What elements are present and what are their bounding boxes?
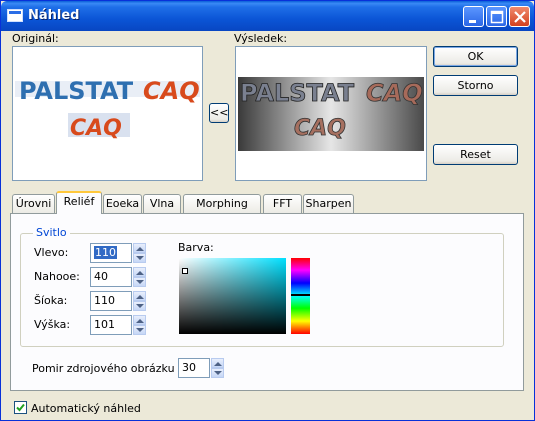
result-preview: PALSTAT CAQ CAQ <box>235 46 427 181</box>
left-spinner[interactable] <box>133 243 146 263</box>
left-label: Vlevo: <box>34 246 69 259</box>
result-text-caq: CAQ <box>366 79 423 107</box>
result-text-caq-2: CAQ <box>294 116 346 141</box>
original-label: Originál: <box>12 32 59 45</box>
spin-down-icon[interactable] <box>133 253 146 263</box>
tab-vlna[interactable]: Vlna <box>143 194 181 213</box>
top-spinner[interactable] <box>133 267 146 287</box>
spin-down-icon[interactable] <box>133 325 146 335</box>
hue-slider-marker[interactable] <box>291 294 310 296</box>
hue-slider[interactable] <box>291 258 310 334</box>
width-input[interactable]: 110 <box>90 291 132 311</box>
height-spinner[interactable] <box>133 315 146 335</box>
ratio-label: Pomir zdrojového obrázku (%): <box>32 362 201 375</box>
minimize-button[interactable] <box>463 6 484 27</box>
tab-urovni[interactable]: Úrovni <box>12 194 55 213</box>
spin-down-icon[interactable] <box>211 368 224 378</box>
window-icon <box>7 9 23 22</box>
color-picker-marker[interactable] <box>182 268 188 274</box>
original-text-caq: CAQ <box>143 77 200 105</box>
left-input[interactable]: 110 <box>90 243 132 263</box>
top-input[interactable]: 40 <box>90 267 132 287</box>
group-title: Svitlo <box>33 226 70 239</box>
ratio-spinner[interactable] <box>211 358 224 378</box>
color-saturation-box[interactable] <box>179 258 286 334</box>
result-label: Výsledek: <box>234 32 288 45</box>
original-image: PALSTAT CAQ CAQ <box>15 77 200 141</box>
close-button[interactable] <box>509 6 530 27</box>
spin-down-icon[interactable] <box>133 277 146 287</box>
top-label: Nahooe: <box>34 270 80 283</box>
auto-preview-label[interactable]: Automatický náhled <box>31 402 141 415</box>
checkmark-icon <box>16 403 25 412</box>
tab-eoeka[interactable]: Eoeka <box>103 194 142 213</box>
original-preview: PALSTAT CAQ CAQ <box>12 46 203 181</box>
left-value: 110 <box>94 246 117 259</box>
spin-up-icon[interactable] <box>133 243 146 253</box>
window-title: Náhled <box>28 8 80 23</box>
tab-relief[interactable]: Reliéf <box>56 191 102 214</box>
height-label: Výška: <box>34 318 71 331</box>
cancel-button[interactable]: Storno <box>433 75 518 96</box>
tab-fft[interactable]: FFT <box>263 194 302 213</box>
width-label: Šíoka: <box>34 294 68 307</box>
spin-down-icon[interactable] <box>133 301 146 311</box>
color-label: Barva: <box>178 241 214 254</box>
ok-button[interactable]: OK <box>433 46 518 67</box>
result-image: PALSTAT CAQ CAQ <box>238 77 424 151</box>
reset-button[interactable]: Reset <box>433 144 518 165</box>
maximize-icon <box>490 10 504 24</box>
original-text-caq-2: CAQ <box>70 116 122 141</box>
spin-up-icon[interactable] <box>133 267 146 277</box>
original-text-palstat: PALSTAT <box>19 77 134 105</box>
minimize-icon <box>469 20 476 23</box>
spin-up-icon[interactable] <box>133 291 146 301</box>
result-text-palstat: PALSTAT <box>240 79 355 107</box>
spin-up-icon[interactable] <box>211 358 224 368</box>
spin-up-icon[interactable] <box>133 315 146 325</box>
width-spinner[interactable] <box>133 291 146 311</box>
auto-preview-checkbox[interactable] <box>14 401 27 414</box>
title-bar[interactable]: Náhled <box>1 1 534 31</box>
height-input[interactable]: 101 <box>90 315 132 335</box>
tab-morphing-filtry[interactable]: Morphing filtry <box>183 194 261 227</box>
ratio-input[interactable]: 30 <box>178 358 210 378</box>
apply-back-button[interactable]: << <box>209 103 229 123</box>
tab-sharpen[interactable]: Sharpen <box>303 194 354 213</box>
close-icon <box>514 11 526 23</box>
maximize-button[interactable] <box>486 6 507 27</box>
